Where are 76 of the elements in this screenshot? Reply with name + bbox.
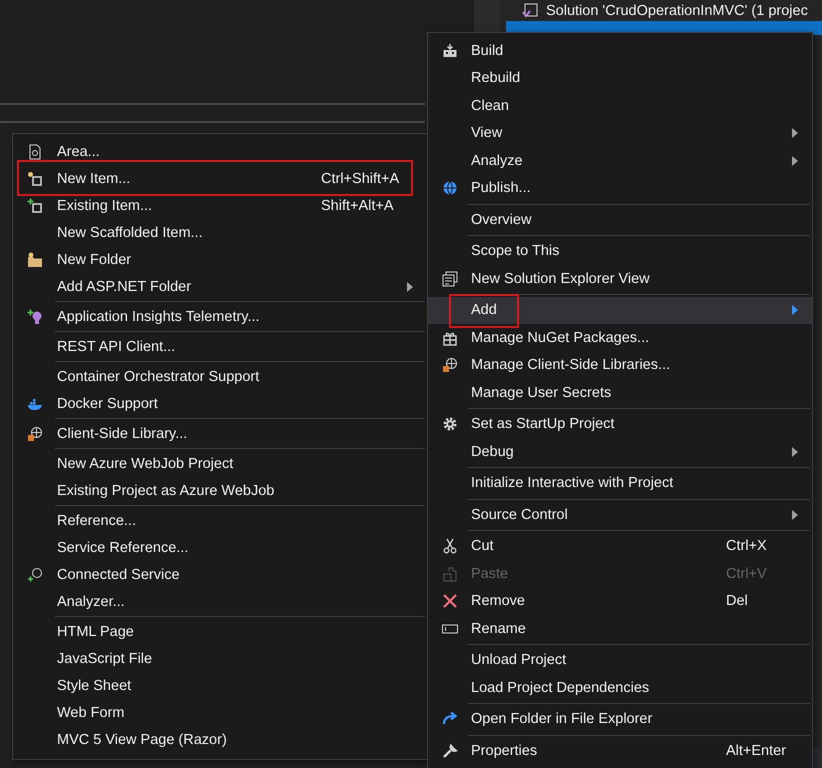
settings-icon: [442, 416, 458, 432]
menu-item[interactable]: Add ASP.NET Folder: [13, 273, 427, 300]
menu-item[interactable]: Web Form: [13, 699, 427, 726]
menu-item[interactable]: Reference...: [13, 507, 427, 534]
menu-item[interactable]: Existing Project as Azure WebJob: [13, 477, 427, 504]
submenu-arrow-icon: [792, 156, 798, 166]
menu-item[interactable]: Client-Side Library...: [13, 420, 427, 447]
menu-item[interactable]: Manage User Secrets: [428, 379, 812, 406]
menu-item[interactable]: New Solution Explorer View: [428, 265, 812, 292]
build-icon: [442, 42, 458, 59]
menu-item[interactable]: Open Folder in File Explorer: [428, 706, 812, 733]
menu-item[interactable]: Cut Ctrl+X: [428, 532, 812, 560]
menu-item[interactable]: Publish...: [428, 174, 812, 202]
menu-item[interactable]: Remove Del: [428, 588, 812, 615]
submenu-arrow-icon: [792, 305, 798, 316]
globe-icon: [442, 357, 458, 374]
submenu-arrow-icon: [792, 128, 798, 138]
menu-item[interactable]: Unload Project: [428, 646, 812, 674]
folder-icon: [27, 252, 43, 268]
menu-item[interactable]: Connected Service: [13, 561, 427, 588]
menu-item[interactable]: New Azure WebJob Project: [13, 450, 427, 477]
menu-item[interactable]: Source Control: [428, 501, 812, 528]
gift-icon: [442, 330, 458, 346]
menu-item[interactable]: New Item... Ctrl+Shift+A: [13, 165, 427, 192]
add-item-icon: [27, 198, 43, 214]
menu-item[interactable]: Overview: [428, 206, 812, 234]
menu-item[interactable]: JavaScript File: [13, 645, 427, 672]
shortcut-text: Ctrl+Shift+A: [321, 170, 400, 186]
bulb-icon: [27, 308, 43, 324]
menu-item[interactable]: View: [428, 120, 812, 147]
wrench-icon: [442, 742, 458, 759]
menu-item[interactable]: Manage Client-Side Libraries...: [428, 352, 812, 379]
menu-item[interactable]: Scope to This: [428, 238, 812, 265]
shortcut-text: Del: [726, 593, 748, 610]
menu-item[interactable]: Container Orchestrator Support: [13, 363, 427, 390]
menu-item[interactable]: Service Reference...: [13, 534, 427, 561]
submenu-arrow-icon: [792, 510, 798, 520]
menu-item[interactable]: REST API Client...: [13, 333, 427, 360]
menu-item[interactable]: Debug: [428, 438, 812, 466]
clipboard-icon: [442, 566, 458, 582]
menu-item[interactable]: Analyze: [428, 147, 812, 174]
new-item-icon: [27, 170, 43, 186]
menu-item[interactable]: Build: [428, 37, 812, 64]
menu-item[interactable]: Docker Support: [13, 390, 427, 417]
scissors-icon: [442, 538, 458, 554]
solution-label[interactable]: Solution 'CrudOperationInMVC' (1 projec: [546, 2, 808, 18]
menu-item[interactable]: Load Project Dependencies: [428, 674, 812, 702]
annotation-frame: [449, 294, 519, 328]
window-icon: [442, 270, 458, 287]
shortcut-text: Shift+Alt+A: [321, 198, 394, 214]
shortcut-text: Alt+Enter: [726, 742, 786, 759]
shortcut-text: Ctrl+V: [726, 566, 767, 582]
menu-item[interactable]: Existing Item... Shift+Alt+A: [13, 192, 427, 219]
menu-item[interactable]: Initialize Interactive with Project: [428, 470, 812, 497]
menu-item[interactable]: Rename: [428, 615, 812, 642]
solution-icon: [522, 2, 538, 18]
menu-item[interactable]: Properties Alt+Enter: [428, 737, 812, 764]
menu-item[interactable]: Style Sheet: [13, 672, 427, 699]
submenu-arrow-icon: [407, 282, 413, 292]
menu-item[interactable]: MVC 5 View Page (Razor): [13, 726, 427, 753]
menu-item[interactable]: Area...: [13, 138, 427, 165]
shortcut-text: Ctrl+X: [726, 538, 767, 554]
globe-icon: [442, 180, 458, 196]
menu-item[interactable]: Set as StartUp Project: [428, 410, 812, 438]
menu-item[interactable]: Application Insights Telemetry...: [13, 303, 427, 330]
menu-item[interactable]: Clean: [428, 92, 812, 120]
menu-item[interactable]: Manage NuGet Packages...: [428, 324, 812, 352]
globe-icon: [27, 426, 43, 442]
close-icon: [442, 593, 458, 610]
menu-item[interactable]: Analyzer...: [13, 588, 427, 615]
submenu-arrow-icon: [792, 446, 798, 457]
menu-item[interactable]: Rebuild: [428, 64, 812, 92]
menu-item[interactable]: New Folder: [13, 246, 427, 273]
menu-item[interactable]: HTML Page: [13, 618, 427, 645]
menu-item[interactable]: New Scaffolded Item...: [13, 219, 427, 246]
document-icon: [27, 144, 43, 160]
